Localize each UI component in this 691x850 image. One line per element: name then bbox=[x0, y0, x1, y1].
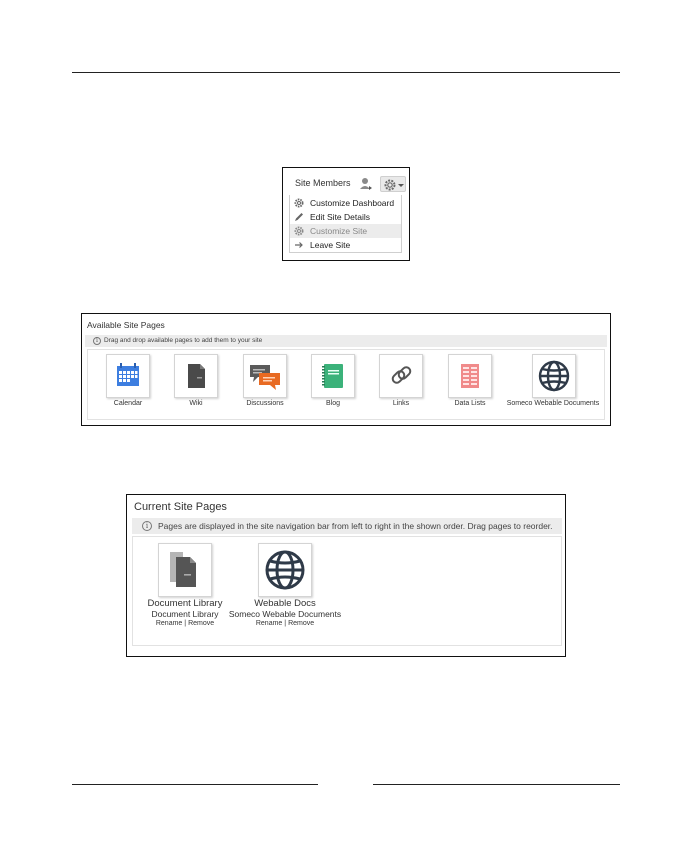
page-label-links: Links bbox=[392, 400, 410, 407]
pencil-icon bbox=[294, 212, 304, 222]
rename-link[interactable]: Rename bbox=[156, 620, 182, 627]
page-tile-links[interactable] bbox=[379, 354, 423, 398]
top-rule bbox=[72, 72, 620, 73]
action-separator: | bbox=[184, 620, 187, 627]
chevron-down-icon bbox=[398, 184, 404, 187]
current-page-name: Webable Docs bbox=[254, 598, 316, 609]
arrow-right-icon bbox=[294, 240, 304, 250]
menu-item-edit-site-details[interactable]: Edit Site Details bbox=[290, 210, 401, 224]
available-pages-title: Available Site Pages bbox=[87, 320, 165, 330]
remove-link[interactable]: Remove bbox=[188, 620, 214, 627]
page-label-wiki: Wiki bbox=[189, 400, 203, 407]
page-label-someco-webable-documents: Someco Webable Documents bbox=[506, 400, 600, 407]
globe-icon bbox=[265, 550, 305, 590]
gear-icon bbox=[294, 198, 304, 208]
info-icon: i bbox=[93, 337, 101, 345]
site-members-dropdown-screenshot: Site Members Customize Dashboard Edit Si… bbox=[282, 167, 410, 261]
menu-item-customize-dashboard[interactable]: Customize Dashboard bbox=[290, 196, 401, 210]
gear-icon bbox=[294, 226, 304, 236]
page-tile-someco-webable-documents[interactable] bbox=[532, 354, 576, 398]
blog-icon bbox=[322, 364, 343, 388]
page-tile-blog[interactable] bbox=[311, 354, 355, 398]
user-add-icon[interactable] bbox=[359, 177, 373, 191]
site-settings-button[interactable] bbox=[380, 176, 406, 192]
menu-item-label: Customize Site bbox=[310, 226, 368, 236]
menu-item-label: Leave Site bbox=[310, 240, 351, 250]
gear-icon bbox=[384, 179, 396, 191]
info-icon: i bbox=[142, 521, 152, 531]
site-members-header: Site Members bbox=[283, 168, 409, 196]
page-tile-calendar[interactable] bbox=[106, 354, 150, 398]
site-members-menu: Customize Dashboard Edit Site Details Cu… bbox=[289, 195, 402, 253]
links-icon bbox=[391, 366, 412, 384]
action-separator: | bbox=[284, 620, 287, 627]
available-pages-info-text: Drag and drop available pages to add the… bbox=[104, 337, 263, 344]
rename-link[interactable]: Rename bbox=[256, 620, 282, 627]
bottom-rule-left bbox=[72, 784, 318, 785]
page-label-discussions: Discussions bbox=[246, 400, 284, 407]
current-pages-info-bar: i Pages are displayed in the site naviga… bbox=[132, 518, 562, 534]
site-members-title[interactable]: Site Members bbox=[295, 178, 351, 188]
page-tile-data-lists[interactable] bbox=[448, 354, 492, 398]
wiki-icon bbox=[188, 364, 205, 388]
page-tile-document-library[interactable] bbox=[158, 543, 212, 597]
menu-item-leave-site[interactable]: Leave Site bbox=[290, 238, 401, 252]
calendar-icon bbox=[117, 363, 139, 386]
globe-icon bbox=[538, 360, 570, 392]
remove-link[interactable]: Remove bbox=[288, 620, 314, 627]
menu-item-label: Customize Dashboard bbox=[310, 198, 395, 208]
page-tile-webable-docs[interactable] bbox=[258, 543, 312, 597]
data-lists-icon bbox=[461, 364, 479, 388]
available-site-pages-panel: Available Site Pages i Drag and drop ava… bbox=[81, 313, 611, 426]
current-pages-info-text: Pages are displayed in the site navigati… bbox=[158, 521, 553, 531]
current-page-type: Someco Webable Documents bbox=[228, 609, 342, 619]
current-page-type: Document Library bbox=[151, 609, 219, 619]
current-page-actions: Rename | Remove bbox=[135, 620, 235, 627]
page-label-data-lists: Data Lists bbox=[454, 400, 486, 407]
bottom-rule-right bbox=[373, 784, 620, 785]
current-site-pages-panel: Current Site Pages i Pages are displayed… bbox=[126, 494, 566, 657]
page-label-blog: Blog bbox=[325, 400, 340, 407]
available-pages-info-bar: i Drag and drop available pages to add t… bbox=[85, 335, 607, 347]
current-page-actions: Rename | Remove bbox=[225, 620, 345, 627]
page-tile-wiki[interactable] bbox=[174, 354, 218, 398]
menu-item-customize-site[interactable]: Customize Site bbox=[290, 224, 401, 238]
current-page-name: Document Library bbox=[147, 598, 223, 609]
menu-item-label: Edit Site Details bbox=[310, 212, 370, 222]
current-pages-title: Current Site Pages bbox=[134, 501, 227, 513]
page-label-calendar: Calendar bbox=[113, 400, 143, 407]
page-tile-discussions[interactable] bbox=[243, 354, 287, 398]
document-library-icon bbox=[170, 552, 196, 587]
discussions-icon bbox=[250, 365, 280, 390]
